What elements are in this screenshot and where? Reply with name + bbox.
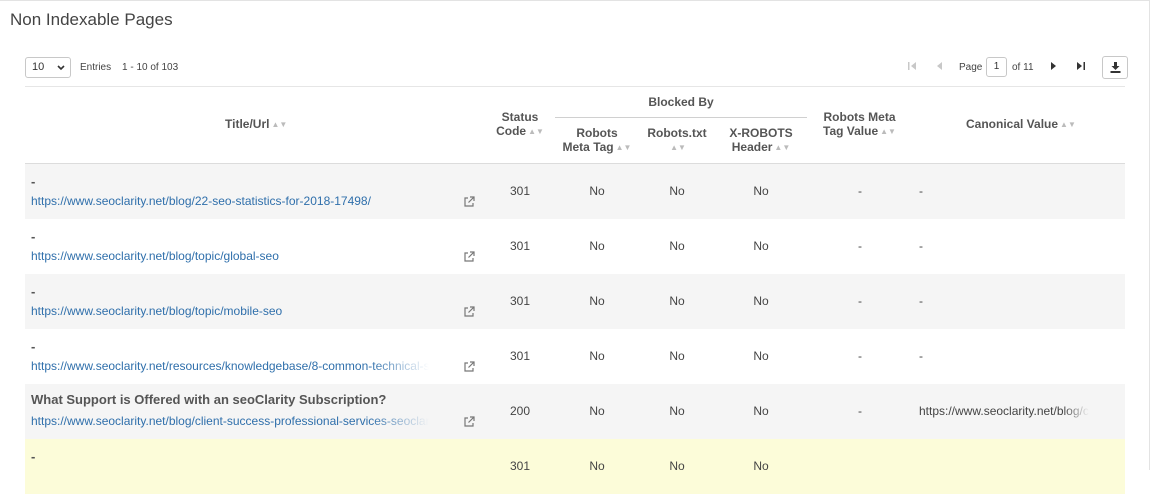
entries-label: Entries — [80, 62, 112, 73]
row-title: - — [31, 174, 36, 189]
last-page-button[interactable] — [1071, 57, 1091, 78]
page-total: of 11 — [1012, 62, 1034, 73]
page-label: Page — [959, 62, 983, 73]
row-x-robots: No — [753, 459, 769, 473]
entries-select-value: 10 — [32, 61, 45, 73]
row-title: - — [31, 339, 36, 354]
row-robots-txt: No — [669, 459, 685, 473]
prev-page-button[interactable] — [930, 57, 950, 78]
row-canonical: - — [919, 349, 923, 363]
row-robots-txt: No — [669, 294, 685, 308]
row-robots-meta: No — [589, 404, 605, 418]
row-url-link[interactable]: https://www.seoclarity.net/blog/22-seo-s… — [31, 194, 429, 208]
row-robots-txt: No — [669, 239, 685, 253]
col-group-blocked-by: Blocked By — [648, 95, 714, 109]
table-row: - 301 No No No — [25, 439, 1125, 494]
row-title: What Support is Offered with an seoClari… — [31, 392, 387, 407]
col-robots-meta-tag[interactable]: Robots Meta Tag ▲▼ — [557, 126, 637, 155]
row-title: - — [31, 229, 36, 244]
table-row: - https://www.seoclarity.net/blog/22-seo… — [25, 164, 1125, 219]
row-x-robots: No — [753, 294, 769, 308]
row-meta-value: - — [858, 349, 862, 363]
row-meta-value: - — [858, 184, 862, 198]
sort-icon: ▲▼ — [670, 142, 686, 152]
entries-per-page-select[interactable]: 10 — [25, 57, 71, 78]
external-link-icon[interactable] — [463, 195, 475, 213]
sort-icon: ▲▼ — [1060, 119, 1076, 129]
last-page-icon — [1077, 62, 1085, 70]
row-url-link[interactable]: https://www.seoclarity.net/blog/topic/gl… — [31, 249, 429, 263]
page-number-input[interactable]: 1 — [986, 57, 1007, 77]
row-canonical: - — [919, 294, 923, 308]
row-url-link[interactable]: https://www.seoclarity.net/blog/client-s… — [31, 414, 429, 428]
external-link-icon[interactable] — [463, 250, 475, 268]
prev-page-icon — [937, 62, 942, 70]
chevron-down-icon — [56, 58, 66, 84]
sort-icon: ▲▼ — [615, 142, 632, 152]
table-header: Title/Url ▲▼ Status Code ▲▼ Blocked By Rob… — [25, 86, 1125, 164]
row-status: 301 — [509, 239, 531, 253]
download-icon — [1110, 62, 1121, 73]
row-title: - — [31, 284, 36, 299]
col-canonical-value[interactable]: Canonical Value ▲▼ — [966, 117, 1076, 132]
row-robots-meta: No — [589, 184, 605, 198]
row-status: 301 — [509, 184, 531, 198]
report-panel: Non Indexable Pages 10 Entries 1 - 10 of… — [0, 0, 1150, 494]
table-row: - https://www.seoclarity.net/blog/topic/… — [25, 274, 1125, 329]
download-button[interactable] — [1102, 56, 1128, 79]
row-robots-meta: No — [589, 459, 605, 473]
row-url-link[interactable]: https://www.seoclarity.net/blog/topic/mo… — [31, 304, 429, 318]
table-row: - https://www.seoclarity.net/blog/topic/… — [25, 219, 1125, 274]
col-x-robots-header[interactable]: X-ROBOTS Header ▲▼ — [721, 126, 801, 155]
row-url-link[interactable]: https://www.seoclarity.net/resources/kno… — [31, 359, 429, 373]
entries-range: 1 - 10 of 103 — [122, 62, 179, 73]
non-indexable-table: Title/Url ▲▼ Status Code ▲▼ Blocked By Rob… — [25, 86, 1125, 494]
row-robots-meta: No — [589, 349, 605, 363]
row-canonical: https://www.seoclarity.net/blog/client-s… — [919, 404, 1089, 418]
sort-icon: ▲▼ — [880, 126, 896, 136]
external-link-icon[interactable] — [463, 360, 475, 378]
first-page-button[interactable] — [902, 57, 922, 78]
row-canonical: - — [919, 239, 923, 253]
col-robots-txt[interactable]: Robots.txt ▲▼ — [637, 126, 717, 155]
row-title: - — [31, 449, 36, 464]
page-title: Non Indexable Pages — [10, 10, 173, 29]
group-divider — [555, 117, 807, 118]
row-x-robots: No — [753, 184, 769, 198]
row-status: 301 — [509, 459, 531, 473]
row-status: 200 — [509, 404, 531, 418]
table-row: - https://www.seoclarity.net/resources/k… — [25, 329, 1125, 384]
external-link-icon[interactable] — [463, 305, 475, 323]
row-status: 301 — [509, 349, 531, 363]
external-link-icon[interactable] — [463, 415, 475, 433]
col-title-url[interactable]: Title/Url ▲▼ — [225, 117, 287, 132]
row-robots-meta: No — [589, 294, 605, 308]
table-row: What Support is Offered with an seoClari… — [25, 384, 1125, 439]
sort-icon: ▲▼ — [271, 119, 288, 129]
next-page-button[interactable] — [1043, 57, 1063, 78]
first-page-icon — [908, 62, 916, 70]
row-meta-value: - — [858, 404, 862, 418]
row-meta-value: - — [858, 239, 862, 253]
row-robots-txt: No — [669, 349, 685, 363]
row-x-robots: No — [753, 404, 769, 418]
row-robots-txt: No — [669, 184, 685, 198]
row-robots-txt: No — [669, 404, 685, 418]
row-x-robots: No — [753, 349, 769, 363]
row-canonical: - — [919, 184, 923, 198]
sort-icon: ▲▼ — [774, 142, 791, 152]
row-meta-value: - — [858, 294, 862, 308]
row-x-robots: No — [753, 239, 769, 253]
col-status-code[interactable]: Status Code ▲▼ — [495, 110, 545, 139]
row-robots-meta: No — [589, 239, 605, 253]
col-robots-meta-value[interactable]: Robots Meta Tag Value ▲▼ — [812, 110, 907, 139]
row-status: 301 — [509, 294, 531, 308]
sort-icon: ▲▼ — [528, 126, 544, 136]
next-page-icon — [1051, 62, 1056, 70]
